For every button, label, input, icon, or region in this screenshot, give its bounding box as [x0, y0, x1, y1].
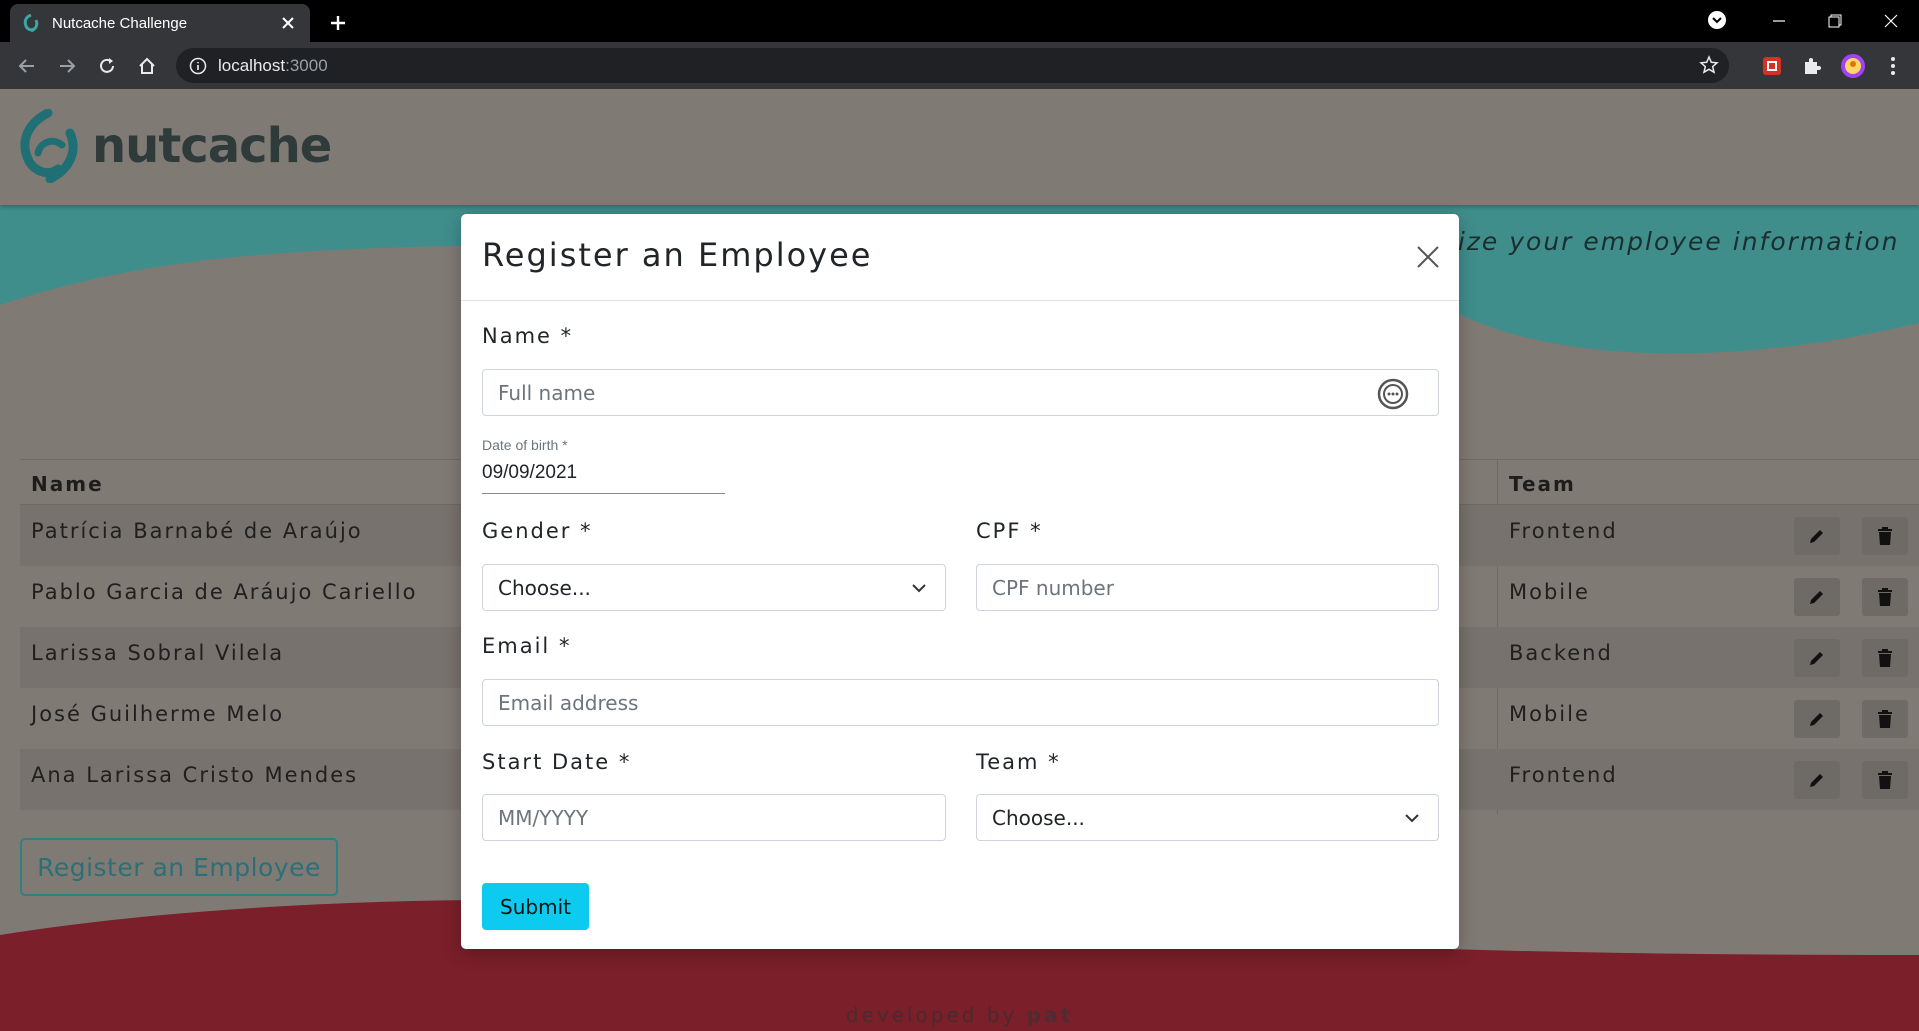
- chevron-down-icon: [1405, 814, 1419, 823]
- page: nutcache nize your employee information …: [0, 89, 1919, 1031]
- nutcache-logo-icon: [20, 109, 78, 183]
- trash-icon: [1878, 588, 1892, 606]
- edit-button[interactable]: [1794, 517, 1840, 555]
- register-employee-button[interactable]: Register an Employee: [20, 838, 338, 896]
- modal-header: Register an Employee: [461, 214, 1459, 301]
- close-window-icon[interactable]: [1863, 0, 1919, 42]
- edit-button[interactable]: [1794, 700, 1840, 738]
- gender-select[interactable]: Choose...: [482, 564, 946, 611]
- employee-name: Patrícia Barnabé de Araújo: [31, 519, 363, 543]
- close-tab-icon[interactable]: [278, 13, 298, 33]
- logo[interactable]: nutcache: [18, 109, 332, 183]
- extension-red-icon[interactable]: [1759, 53, 1785, 79]
- browser-tab[interactable]: Nutcache Challenge: [10, 4, 310, 42]
- email-input[interactable]: Email address: [482, 679, 1439, 726]
- pencil-icon: [1810, 713, 1823, 726]
- site-info-icon[interactable]: [188, 56, 208, 76]
- address-bar[interactable]: localhost:3000: [176, 48, 1729, 83]
- employee-name: Pablo Garcia de Aráujo Cariello: [31, 580, 418, 604]
- pencil-icon: [1810, 591, 1823, 604]
- new-tab-icon[interactable]: [325, 10, 351, 36]
- url-text: localhost:3000: [218, 55, 328, 75]
- browser-toolbar: localhost:3000: [0, 42, 1919, 89]
- delete-button[interactable]: [1862, 761, 1908, 799]
- team-label: Team *: [976, 750, 1061, 774]
- dob-input[interactable]: 09/09/2021: [482, 462, 725, 494]
- employee-name: Larissa Sobral Vilela: [31, 641, 285, 665]
- name-input[interactable]: Full name: [482, 369, 1439, 416]
- trash-icon: [1878, 771, 1892, 789]
- column-header-name: Name: [31, 472, 104, 496]
- employee-name: José Guilherme Melo: [31, 702, 285, 726]
- hero-tagline: nize your employee information: [1440, 227, 1900, 256]
- team-select[interactable]: Choose...: [976, 794, 1439, 841]
- forward-icon[interactable]: [54, 53, 80, 79]
- employee-team: Frontend: [1509, 763, 1618, 787]
- browser-tab-bar: Nutcache Challenge: [0, 0, 1919, 42]
- restore-icon[interactable]: [1807, 0, 1863, 42]
- register-employee-modal: Register an Employee Name * Full name Da…: [461, 214, 1459, 949]
- pencil-icon: [1810, 652, 1823, 665]
- email-label: Email *: [482, 634, 572, 658]
- employee-team: Backend: [1509, 641, 1613, 665]
- site-header: nutcache: [0, 89, 1919, 205]
- logo-text: nutcache: [92, 118, 332, 174]
- close-icon[interactable]: [1413, 242, 1443, 272]
- home-icon[interactable]: [134, 53, 160, 79]
- submit-button[interactable]: Submit: [482, 883, 589, 930]
- reload-icon[interactable]: [94, 53, 120, 79]
- cpf-label: CPF *: [976, 519, 1043, 543]
- footer-credit: developed by pat: [845, 1003, 1074, 1027]
- tab-search-icon[interactable]: [1707, 10, 1727, 30]
- trash-icon: [1878, 649, 1892, 667]
- pencil-icon: [1810, 530, 1823, 543]
- delete-button[interactable]: [1862, 578, 1908, 616]
- delete-button[interactable]: [1862, 639, 1908, 677]
- edit-button[interactable]: [1794, 761, 1840, 799]
- edit-button[interactable]: [1794, 639, 1840, 677]
- team-value: Choose...: [992, 805, 1085, 830]
- email-placeholder: Email address: [498, 690, 639, 715]
- nutcache-favicon-icon: [22, 14, 40, 32]
- employee-team: Mobile: [1509, 702, 1590, 726]
- name-placeholder: Full name: [498, 380, 596, 405]
- trash-icon: [1878, 527, 1892, 545]
- bookmark-star-icon[interactable]: [1699, 55, 1719, 79]
- employee-team: Mobile: [1509, 580, 1590, 604]
- chevron-down-icon: [912, 584, 926, 593]
- browser-menu-icon[interactable]: [1880, 53, 1906, 79]
- dob-label: Date of birth *: [482, 437, 568, 453]
- employee-name: Ana Larissa Cristo Mendes: [31, 763, 359, 787]
- delete-button[interactable]: [1862, 700, 1908, 738]
- minimize-icon[interactable]: [1751, 0, 1807, 42]
- name-label: Name *: [482, 324, 574, 348]
- modal-title: Register an Employee: [482, 236, 873, 274]
- back-icon[interactable]: [14, 53, 40, 79]
- extensions-puzzle-icon[interactable]: [1799, 53, 1825, 79]
- trash-icon: [1878, 710, 1892, 728]
- gender-label: Gender *: [482, 519, 593, 543]
- autofill-icon[interactable]: [1376, 377, 1410, 411]
- profile-avatar-icon[interactable]: [1840, 53, 1866, 79]
- gender-value: Choose...: [498, 575, 591, 600]
- cpf-input[interactable]: CPF number: [976, 564, 1439, 611]
- cpf-placeholder: CPF number: [992, 575, 1114, 600]
- column-header-team: Team: [1509, 472, 1576, 496]
- start-date-placeholder: MM/YYYY: [498, 805, 589, 830]
- tab-title: Nutcache Challenge: [52, 14, 188, 32]
- start-date-label: Start Date *: [482, 750, 632, 774]
- delete-button[interactable]: [1862, 517, 1908, 555]
- start-date-input[interactable]: MM/YYYY: [482, 794, 946, 841]
- edit-button[interactable]: [1794, 578, 1840, 616]
- pencil-icon: [1810, 774, 1823, 787]
- employee-team: Frontend: [1509, 519, 1618, 543]
